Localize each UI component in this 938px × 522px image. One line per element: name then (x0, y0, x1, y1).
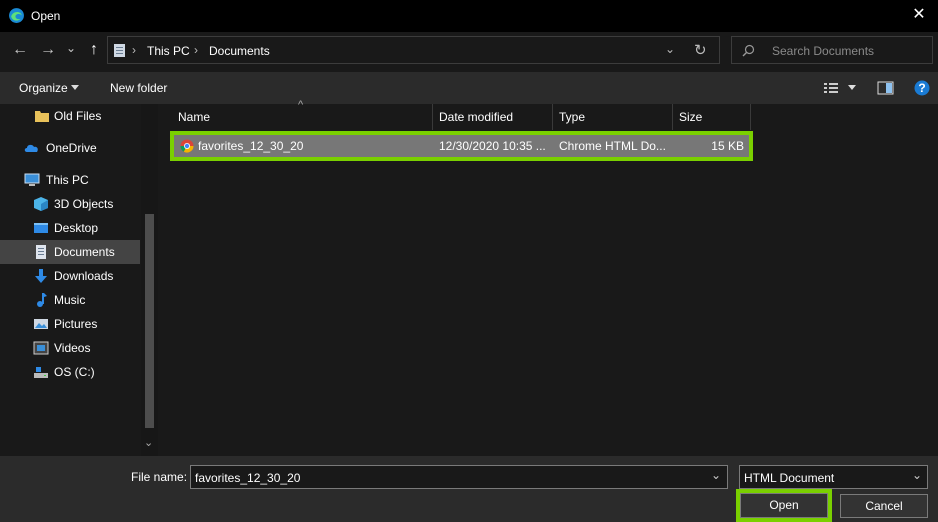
sidebar-scrollbar[interactable]: ⌄ (141, 104, 158, 456)
sidebar-item-desktop[interactable]: Desktop (0, 216, 140, 240)
desktop-icon (34, 223, 48, 233)
address-bar[interactable]: › This PC › Documents ⌄ ↻ (107, 36, 720, 64)
file-name: favorites_12_30_20 (198, 139, 304, 153)
cloud-icon (24, 144, 38, 152)
sidebar-item-3d-objects[interactable]: 3D Objects (0, 192, 140, 216)
sidebar-item-music[interactable]: Music (0, 288, 140, 312)
drive-icon (34, 367, 48, 378)
recent-locations-button[interactable]: ⌄ (64, 38, 78, 58)
sidebar-item-videos[interactable]: Videos (0, 336, 140, 360)
sidebar-item-label: Desktop (54, 221, 99, 235)
caret-down-icon[interactable] (848, 85, 856, 90)
title-bar: Open ✕ (0, 0, 938, 32)
sidebar-item-label: Old Files (54, 109, 102, 123)
chevron-down-icon: ⌄ (912, 468, 923, 482)
music-icon (37, 293, 47, 307)
sidebar-item-label: This PC (46, 173, 89, 187)
open-button-highlight: Open (736, 489, 832, 522)
cancel-button[interactable]: Cancel (840, 494, 928, 518)
breadcrumb-this-pc[interactable]: This PC (147, 44, 190, 58)
close-button[interactable]: ✕ (908, 4, 930, 26)
sidebar-item-label: OS (C:) (54, 365, 95, 379)
sidebar-item-this-pc[interactable]: This PC (0, 168, 140, 192)
dialog-footer: File name: favorites_12_30_20 ⌄ HTML Doc… (0, 456, 938, 522)
chrome-icon (180, 139, 194, 153)
new-folder-button[interactable]: New folder (110, 81, 167, 95)
computer-icon (24, 173, 40, 186)
sidebar-item-label: Music (54, 293, 86, 307)
scrollbar-thumb[interactable] (145, 214, 154, 428)
up-button[interactable]: ↑ (84, 40, 104, 60)
sidebar-item-downloads[interactable]: Downloads (0, 264, 140, 288)
folder-icon (35, 111, 49, 122)
help-glyph: ? (918, 81, 926, 95)
breadcrumb-documents[interactable]: Documents (209, 44, 270, 58)
refresh-button[interactable]: ↻ (694, 41, 707, 59)
organize-button[interactable]: Organize (19, 81, 68, 95)
edge-icon (9, 8, 24, 23)
file-date: 12/30/2020 10:35 ... (439, 139, 546, 153)
video-icon (33, 341, 49, 355)
file-type-select[interactable]: HTML Document ⌄ (739, 465, 928, 489)
chevron-down-icon[interactable]: ⌄ (711, 468, 721, 482)
file-name-value: favorites_12_30_20 (195, 471, 301, 485)
sort-arrow-icon: ^ (298, 99, 304, 111)
sidebar-item-onedrive[interactable]: OneDrive (0, 136, 140, 160)
file-type-value: HTML Document (744, 471, 835, 485)
file-type: Chrome HTML Do... (559, 139, 666, 153)
search-box[interactable]: Search Documents (731, 36, 933, 64)
sidebar-item-label: 3D Objects (54, 197, 114, 211)
sidebar-item-label: Pictures (54, 317, 98, 331)
search-icon (742, 44, 755, 57)
selected-file-highlight: favorites_12_30_20 12/30/2020 10:35 ... … (170, 131, 753, 161)
search-input[interactable]: Search Documents (772, 44, 874, 58)
file-name-label: File name: (131, 470, 188, 484)
document-location-icon (114, 44, 125, 57)
preview-pane-icon[interactable] (877, 81, 894, 95)
file-name-field[interactable]: favorites_12_30_20 ⌄ (190, 465, 728, 489)
open-button[interactable]: Open (740, 493, 828, 518)
back-button[interactable]: ← (10, 40, 30, 60)
file-list: ^ Name Date modified Type Size favorites… (160, 99, 938, 456)
sidebar-item-label: Downloads (54, 269, 114, 283)
command-toolbar: Organize New folder ? (0, 72, 938, 104)
sidebar-item-documents[interactable]: Documents (0, 240, 140, 264)
table-row[interactable]: favorites_12_30_20 12/30/2020 10:35 ... … (174, 135, 749, 157)
sidebar-item-label: Documents (54, 245, 115, 259)
sidebar-item-label: Videos (54, 341, 91, 355)
cube-icon (34, 197, 48, 211)
download-icon (35, 269, 47, 283)
path-separator: › (132, 43, 136, 57)
window-title: Open (31, 9, 61, 23)
sidebar-item-os-c[interactable]: OS (C:) (0, 360, 140, 384)
file-size: 15 KB (711, 139, 744, 153)
sidebar-item-old-files[interactable]: Old Files (0, 104, 140, 128)
picture-icon (34, 319, 48, 329)
path-separator: › (194, 43, 198, 57)
caret-down-icon (71, 85, 79, 90)
forward-button[interactable]: → (38, 40, 58, 60)
scroll-down-arrow[interactable]: ⌄ (144, 436, 153, 449)
address-dropdown[interactable]: ⌄ (665, 42, 675, 56)
sidebar-item-pictures[interactable]: Pictures (0, 312, 140, 336)
sidebar-item-label: OneDrive (46, 141, 97, 155)
document-icon (36, 245, 46, 259)
view-options-icon[interactable] (823, 81, 839, 95)
navigation-pane: Old Files OneDrive This PC 3D Objects De… (0, 104, 160, 456)
